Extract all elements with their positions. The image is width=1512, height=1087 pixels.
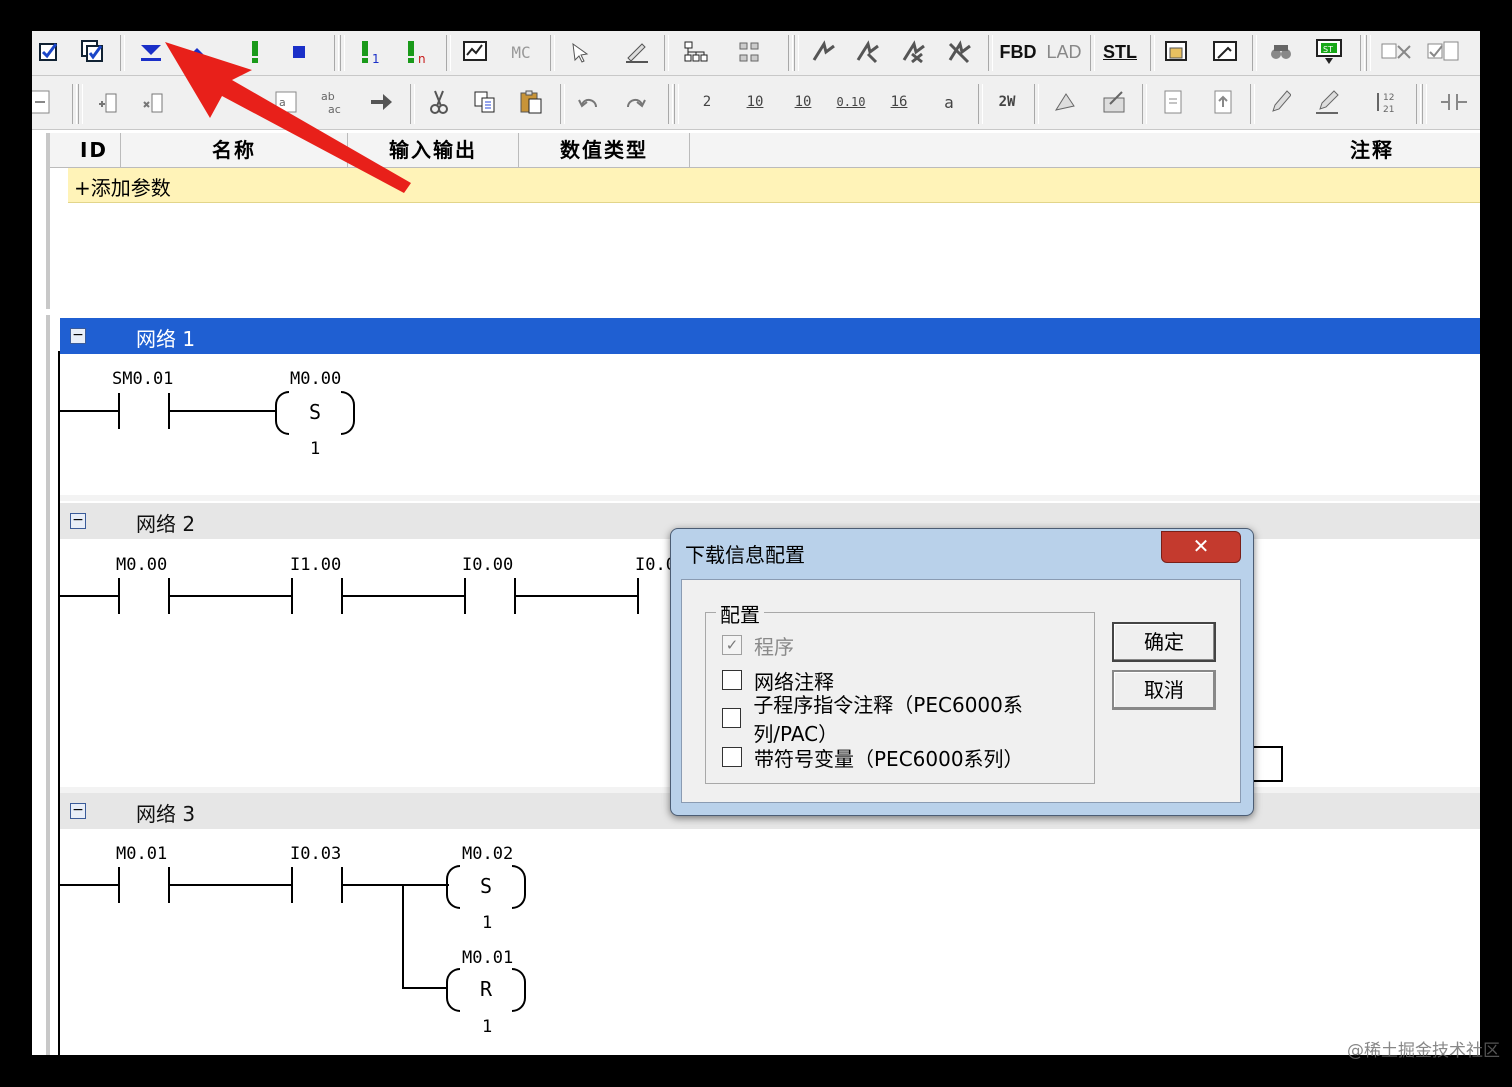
program-checkbox: ✓ 程序 xyxy=(722,631,794,659)
checkbox-box[interactable] xyxy=(722,708,742,728)
download-config-dialog: 下载信息配置 ✕ 配置 ✓ 程序 网络注释 子程序指令注释（PEC6000系列/… xyxy=(670,528,1254,816)
sub-comment-checkbox[interactable]: 子程序指令注释（PEC6000系列/PAC） xyxy=(722,693,1094,746)
program-label: 程序 xyxy=(754,634,794,659)
group-label: 配置 xyxy=(716,599,764,628)
checked-icon: ✓ xyxy=(722,635,742,655)
watermark: @稀土掘金技术社区 xyxy=(1347,1041,1500,1061)
dialog-title: 下载信息配置 xyxy=(685,543,805,567)
symbol-var-checkbox[interactable]: 带符号变量（PEC6000系列） xyxy=(722,743,1024,771)
sub-comment-label[interactable]: 子程序指令注释（PEC6000系列/PAC） xyxy=(753,689,1094,747)
cancel-button[interactable]: 取消 xyxy=(1112,670,1216,710)
dialog-body: 配置 ✓ 程序 网络注释 子程序指令注释（PEC6000系列/PAC） 带符号变… xyxy=(681,579,1241,803)
symbol-var-label[interactable]: 带符号变量（PEC6000系列） xyxy=(754,743,1024,772)
config-group: 配置 ✓ 程序 网络注释 子程序指令注释（PEC6000系列/PAC） 带符号变… xyxy=(705,599,1095,784)
ok-button[interactable]: 确定 xyxy=(1112,622,1216,662)
checkbox-box[interactable] xyxy=(722,747,742,767)
close-button[interactable]: ✕ xyxy=(1161,531,1241,563)
checkbox-box[interactable] xyxy=(722,670,742,690)
